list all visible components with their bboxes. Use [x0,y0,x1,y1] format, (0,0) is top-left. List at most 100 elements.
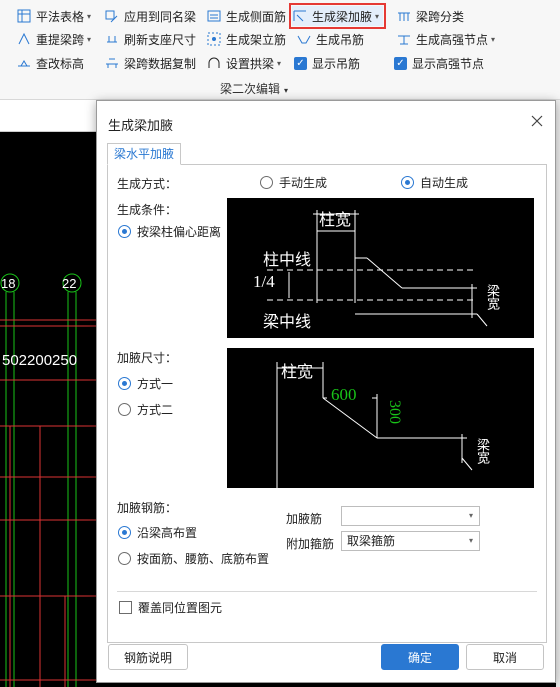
copy-span-button[interactable]: 梁跨数据复制 [104,53,196,73]
hanger-bar-label: 生成吊筋 [316,32,365,47]
table-button[interactable]: 平法表格 ▾ [16,6,91,26]
method-auto-radio[interactable]: 自动生成 [401,174,468,191]
haunch-icon [292,8,308,24]
copy-span-icon [104,55,120,71]
apply-same-label: 应用到同名梁 [124,9,197,24]
elevation-button[interactable]: 查改标高 [16,53,84,73]
fig2-beam-width: 梁宽 [475,438,490,464]
high-strength-node-button[interactable]: 生成高强节点 ▾ [396,29,495,49]
copy-span-label: 梁跨数据复制 [124,56,197,71]
erection-bar-label: 生成架立筋 [226,32,287,47]
arch-beam-icon [206,55,222,71]
erection-bar-icon [206,31,222,47]
chevron-down-icon: ▾ [277,58,282,68]
method-auto-label: 自动生成 [420,176,469,190]
arch-beam-label: 设置拱梁 [226,56,275,71]
close-icon[interactable] [529,113,545,129]
hanger-bar-button[interactable]: 生成吊筋 [296,29,364,49]
refresh-support-icon [104,31,120,47]
chevron-down-icon: ▾ [468,536,473,545]
show-hanger-checkbox[interactable]: ✓ 显示吊筋 [294,53,360,73]
fig2-dim-600: 600 [331,385,357,404]
radio-selected-icon [118,526,131,539]
show-hanger-label: 显示吊筋 [312,56,361,71]
method-label: 生成方式： [117,177,178,191]
radio-icon [118,403,131,416]
cad-tab-area [0,100,96,132]
size-option1-radio[interactable]: 方式一 [118,375,173,392]
haunch-label: 生成梁加腋 [312,9,373,24]
apply-same-button[interactable]: 应用到同名梁 [104,6,196,26]
size-option2-radio[interactable]: 方式二 [118,401,173,418]
fig2-dim-300: 300 [386,400,403,424]
extra-stirrup-label: 附加箍筋 [286,537,335,551]
side-bar-button[interactable]: 生成侧面筋 [206,6,286,26]
rebar-along-height-radio[interactable]: 沿梁高布置 [118,524,197,541]
arch-beam-button[interactable]: 设置拱梁 ▾ [206,53,281,73]
extra-stirrup-value: 取梁箍筋 [347,534,396,548]
checkbox-icon [119,601,132,614]
side-bar-label: 生成侧面筋 [226,9,287,24]
fig1-col-center: 柱中线 [263,252,312,269]
chevron-down-icon: ▾ [284,86,289,95]
radio-selected-icon [118,377,131,390]
show-high-strength-checkbox[interactable]: ✓ 显示高强节点 [394,53,484,73]
ribbon-toolbar: 平法表格 ▾ 应用到同名梁 生成侧面筋 生成梁加腋 ▾ 梁跨分类 重提梁跨 ▾ 刷新支… [0,0,560,100]
side-bar-icon [206,8,222,24]
cancel-button[interactable]: 取消 [466,644,544,670]
elevation-icon [16,55,32,71]
span-classify-icon [396,8,412,24]
high-strength-node-icon [396,31,412,47]
tab-strip: 梁水平加腋 [107,143,547,165]
ok-button[interactable]: 确定 [381,644,459,670]
size-label: 加腋尺寸： [117,351,178,365]
re-extract-icon [16,31,32,47]
fig2-col-width: 柱宽 [281,364,314,381]
haunch-rebar-label: 加腋筋 [286,512,323,526]
checkbox-checked-icon: ✓ [294,56,307,70]
extra-stirrup-select[interactable]: 取梁箍筋 ▾ [341,531,480,551]
ribbon-group-label[interactable]: 梁二次编辑 ▾ [220,80,288,97]
condition-label: 生成条件： [117,203,178,217]
rebar-by-type-label: 按面筋、腰筋、底筋布置 [137,552,270,566]
size-option2-label: 方式二 [137,403,174,417]
axis-label-left: 18 [1,276,16,291]
haunch-rebar-select[interactable]: ▾ [341,506,480,526]
axis-label-right: 22 [62,276,77,291]
dialog-title: 生成梁加腋 [108,118,174,133]
condition-eccentric-radio[interactable]: 按梁柱偏心距离 [118,223,221,240]
show-high-strength-label: 显示高强节点 [412,56,485,71]
re-extract-label: 重提梁跨 [36,32,85,47]
condition-eccentric-label: 按梁柱偏心距离 [137,225,222,239]
diagram-eccentric: 柱宽 柱中线 1/4 梁中线 梁宽 [227,198,534,338]
checkbox-checked-icon: ✓ [394,56,407,70]
rebar-along-height-label: 沿梁高布置 [137,526,198,540]
chevron-down-icon: ▾ [87,34,92,44]
overwrite-checkbox[interactable]: 覆盖同位置图元 [119,599,222,616]
table-label: 平法表格 [36,9,85,24]
hanger-bar-icon [296,31,312,47]
rebar-by-type-radio[interactable]: 按面筋、腰筋、底筋布置 [118,550,269,567]
span-classify-label: 梁跨分类 [416,9,465,24]
fig1-ratio: 1/4 [253,272,275,291]
size-option1-label: 方式一 [137,377,174,391]
chevron-down-icon: ▾ [375,11,380,21]
haunch-button[interactable]: 生成梁加腋 ▾ [288,3,387,29]
refresh-support-button[interactable]: 刷新支座尺寸 [104,29,196,49]
span-classify-button[interactable]: 梁跨分类 [396,6,464,26]
method-manual-radio[interactable]: 手动生成 [260,174,327,191]
separator [117,591,537,592]
diagram-method-one-drawing [276,362,473,488]
radio-icon [118,552,131,565]
elevation-label: 查改标高 [36,56,85,71]
re-extract-button[interactable]: 重提梁跨 ▾ [16,29,91,49]
high-strength-node-label: 生成高强节点 [416,32,489,47]
help-button[interactable]: 钢筋说明 [108,644,188,670]
erection-bar-button[interactable]: 生成架立筋 [206,29,286,49]
method-manual-label: 手动生成 [279,176,328,190]
radio-selected-icon [401,176,414,189]
overwrite-label: 覆盖同位置图元 [138,601,223,615]
fig1-beam-center: 梁中线 [263,314,312,331]
tab-horizontal-haunch[interactable]: 梁水平加腋 [107,143,182,165]
table-icon [16,8,32,24]
